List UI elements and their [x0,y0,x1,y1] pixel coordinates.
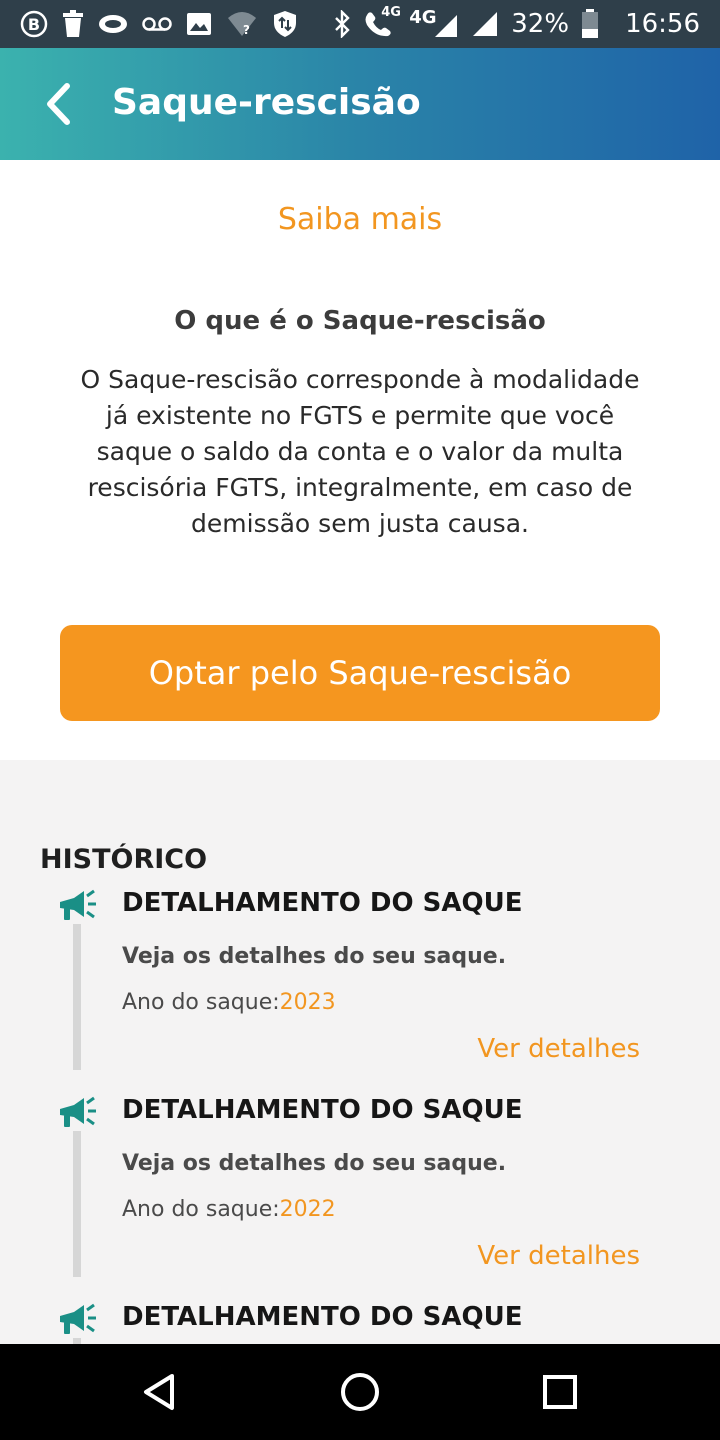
history-item: DETALHAMENTO DO SAQUE Veja os detalhes d… [0,1095,720,1302]
call-network-label: 4G [381,5,401,20]
back-triangle-icon [144,1374,174,1410]
b-badge-icon: B [20,10,48,38]
info-body-line: já existente no FGTS e permite que você [105,401,615,430]
battery-percent: 32% [511,9,570,39]
signal-icon [435,15,458,37]
trash-icon [62,10,84,38]
history-item-year: Ano do saque:2022 [122,1197,336,1222]
app-bar: Saque-rescisão [0,48,720,160]
year-value: 2023 [279,990,336,1015]
history-section: HISTÓRICO DETALHAMENTO DO SAQUE Veja os … [0,760,720,1344]
timeline-line [73,924,81,1070]
chevron-left-icon [47,83,70,125]
battery-icon [581,9,599,39]
svg-text:B: B [28,15,40,34]
image-icon [186,12,212,36]
optar-saque-rescisao-button[interactable]: Optar pelo Saque-rescisão [60,625,660,721]
shield-icon [272,10,298,38]
nav-recents-button[interactable] [536,1368,584,1416]
history-item: DETALHAMENTO DO SAQUE Veja os detalhes d… [0,888,720,1095]
status-bar: B ? 4G 4G 32% 16:56 [0,0,720,48]
bluetooth-icon [333,10,351,38]
history-item: DETALHAMENTO DO SAQUE [0,1302,720,1344]
history-item-title: DETALHAMENTO DO SAQUE [122,1095,523,1125]
megaphone-icon [60,1303,96,1334]
ver-detalhes-link[interactable]: Ver detalhes [477,1241,640,1271]
status-left-icons: B ? [20,8,298,40]
history-item-title: DETALHAMENTO DO SAQUE [122,1302,523,1332]
year-value: 2022 [279,1197,336,1222]
nav-home-button[interactable] [336,1368,384,1416]
info-title: O que é o Saque-rescisão [174,306,546,336]
signal-icon [471,10,499,38]
info-body-line: saque o saldo da conta e o valor da mult… [96,437,624,466]
nav-back-button[interactable] [136,1368,184,1416]
info-section: Saiba mais O que é o Saque-rescisão O Sa… [0,160,720,760]
status-time: 16:56 [625,9,700,39]
history-item-description: Veja os detalhes do seu saque. [122,944,507,969]
timeline-line [73,1131,81,1277]
history-item-description: Veja os detalhes do seu saque. [122,1151,507,1176]
back-button[interactable] [30,74,86,134]
status-right-icons: 4G 4G 32% 16:56 [333,5,700,40]
megaphone-icon [60,1096,96,1127]
recents-square-icon [543,1375,577,1409]
network-type-label: 4G [409,7,459,39]
info-body-line: demissão sem justa causa. [191,509,529,538]
svg-text:?: ? [243,23,250,37]
info-body: O Saque-rescisão corresponde à modalidad… [70,362,650,542]
system-nav-bar [0,1344,720,1440]
wifi-call-icon: 4G [363,5,401,39]
saiba-mais-link[interactable]: Saiba mais [0,202,720,237]
history-item-title: DETALHAMENTO DO SAQUE [122,888,523,918]
home-circle-icon [341,1373,379,1411]
eye-icon [98,13,128,35]
info-body-line: O Saque-rescisão corresponde à modalidad… [80,365,640,394]
info-body-line: rescisória FGTS, integralmente, em caso … [87,473,633,502]
wifi-question-icon: ? [226,10,258,38]
year-label: Ano do saque: [122,1197,280,1222]
ver-detalhes-link[interactable]: Ver detalhes [477,1034,640,1064]
megaphone-icon [60,889,96,920]
voicemail-icon [142,15,172,33]
page-title: Saque-rescisão [112,82,421,123]
history-item-year: Ano do saque:2023 [122,990,336,1015]
history-title: HISTÓRICO [40,844,208,875]
year-label: Ano do saque: [122,990,280,1015]
